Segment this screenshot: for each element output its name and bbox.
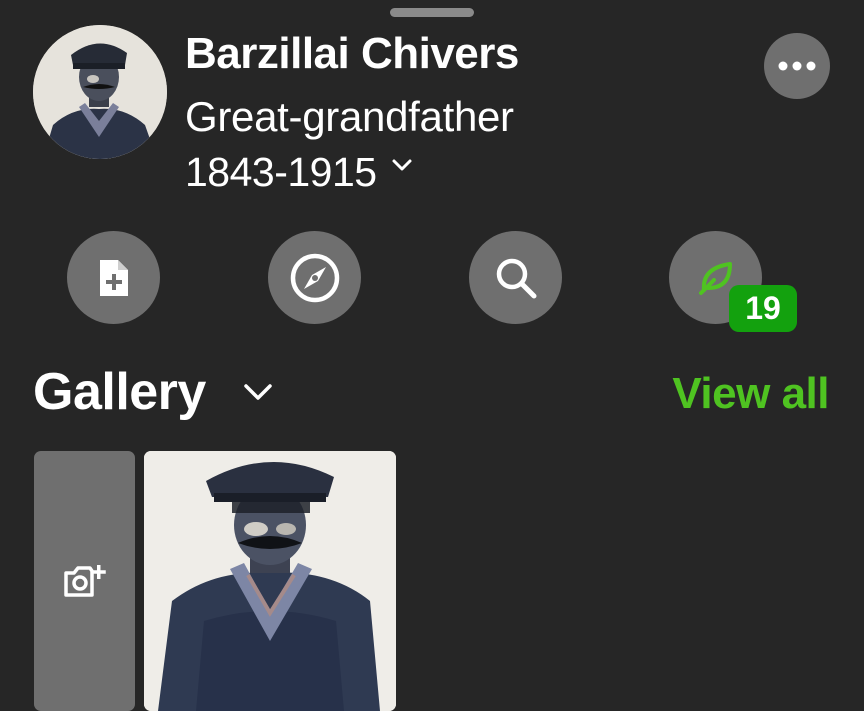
add-photo-button[interactable] [34, 451, 135, 711]
portrait-image [33, 25, 167, 159]
person-avatar[interactable] [33, 25, 167, 159]
person-name: Barzillai Chivers [185, 29, 519, 78]
explore-button[interactable] [268, 231, 361, 324]
chevron-down-icon [392, 159, 412, 171]
compass-icon [290, 253, 339, 302]
add-document-icon [99, 259, 128, 296]
person-relation: Great-grandfather [185, 93, 514, 140]
more-options-button[interactable] [764, 33, 830, 99]
portrait-photo [144, 451, 396, 711]
add-photo-icon [63, 565, 106, 597]
hints-count-badge[interactable]: 19 [729, 285, 797, 332]
sheet-drag-handle[interactable] [390, 8, 474, 17]
view-all-link[interactable]: View all [672, 368, 829, 420]
gallery-title: Gallery [33, 363, 206, 421]
ellipsis-icon [778, 61, 816, 71]
lifespan-dropdown[interactable]: 1843-1915 [185, 148, 413, 196]
search-icon [496, 258, 536, 298]
search-button[interactable] [469, 231, 562, 324]
person-lifespan: 1843-1915 [185, 149, 377, 195]
gallery-filter-dropdown[interactable]: Gallery [33, 360, 274, 424]
add-record-button[interactable] [67, 231, 160, 324]
chevron-down-icon [244, 384, 272, 400]
gallery-photo[interactable] [144, 451, 396, 711]
